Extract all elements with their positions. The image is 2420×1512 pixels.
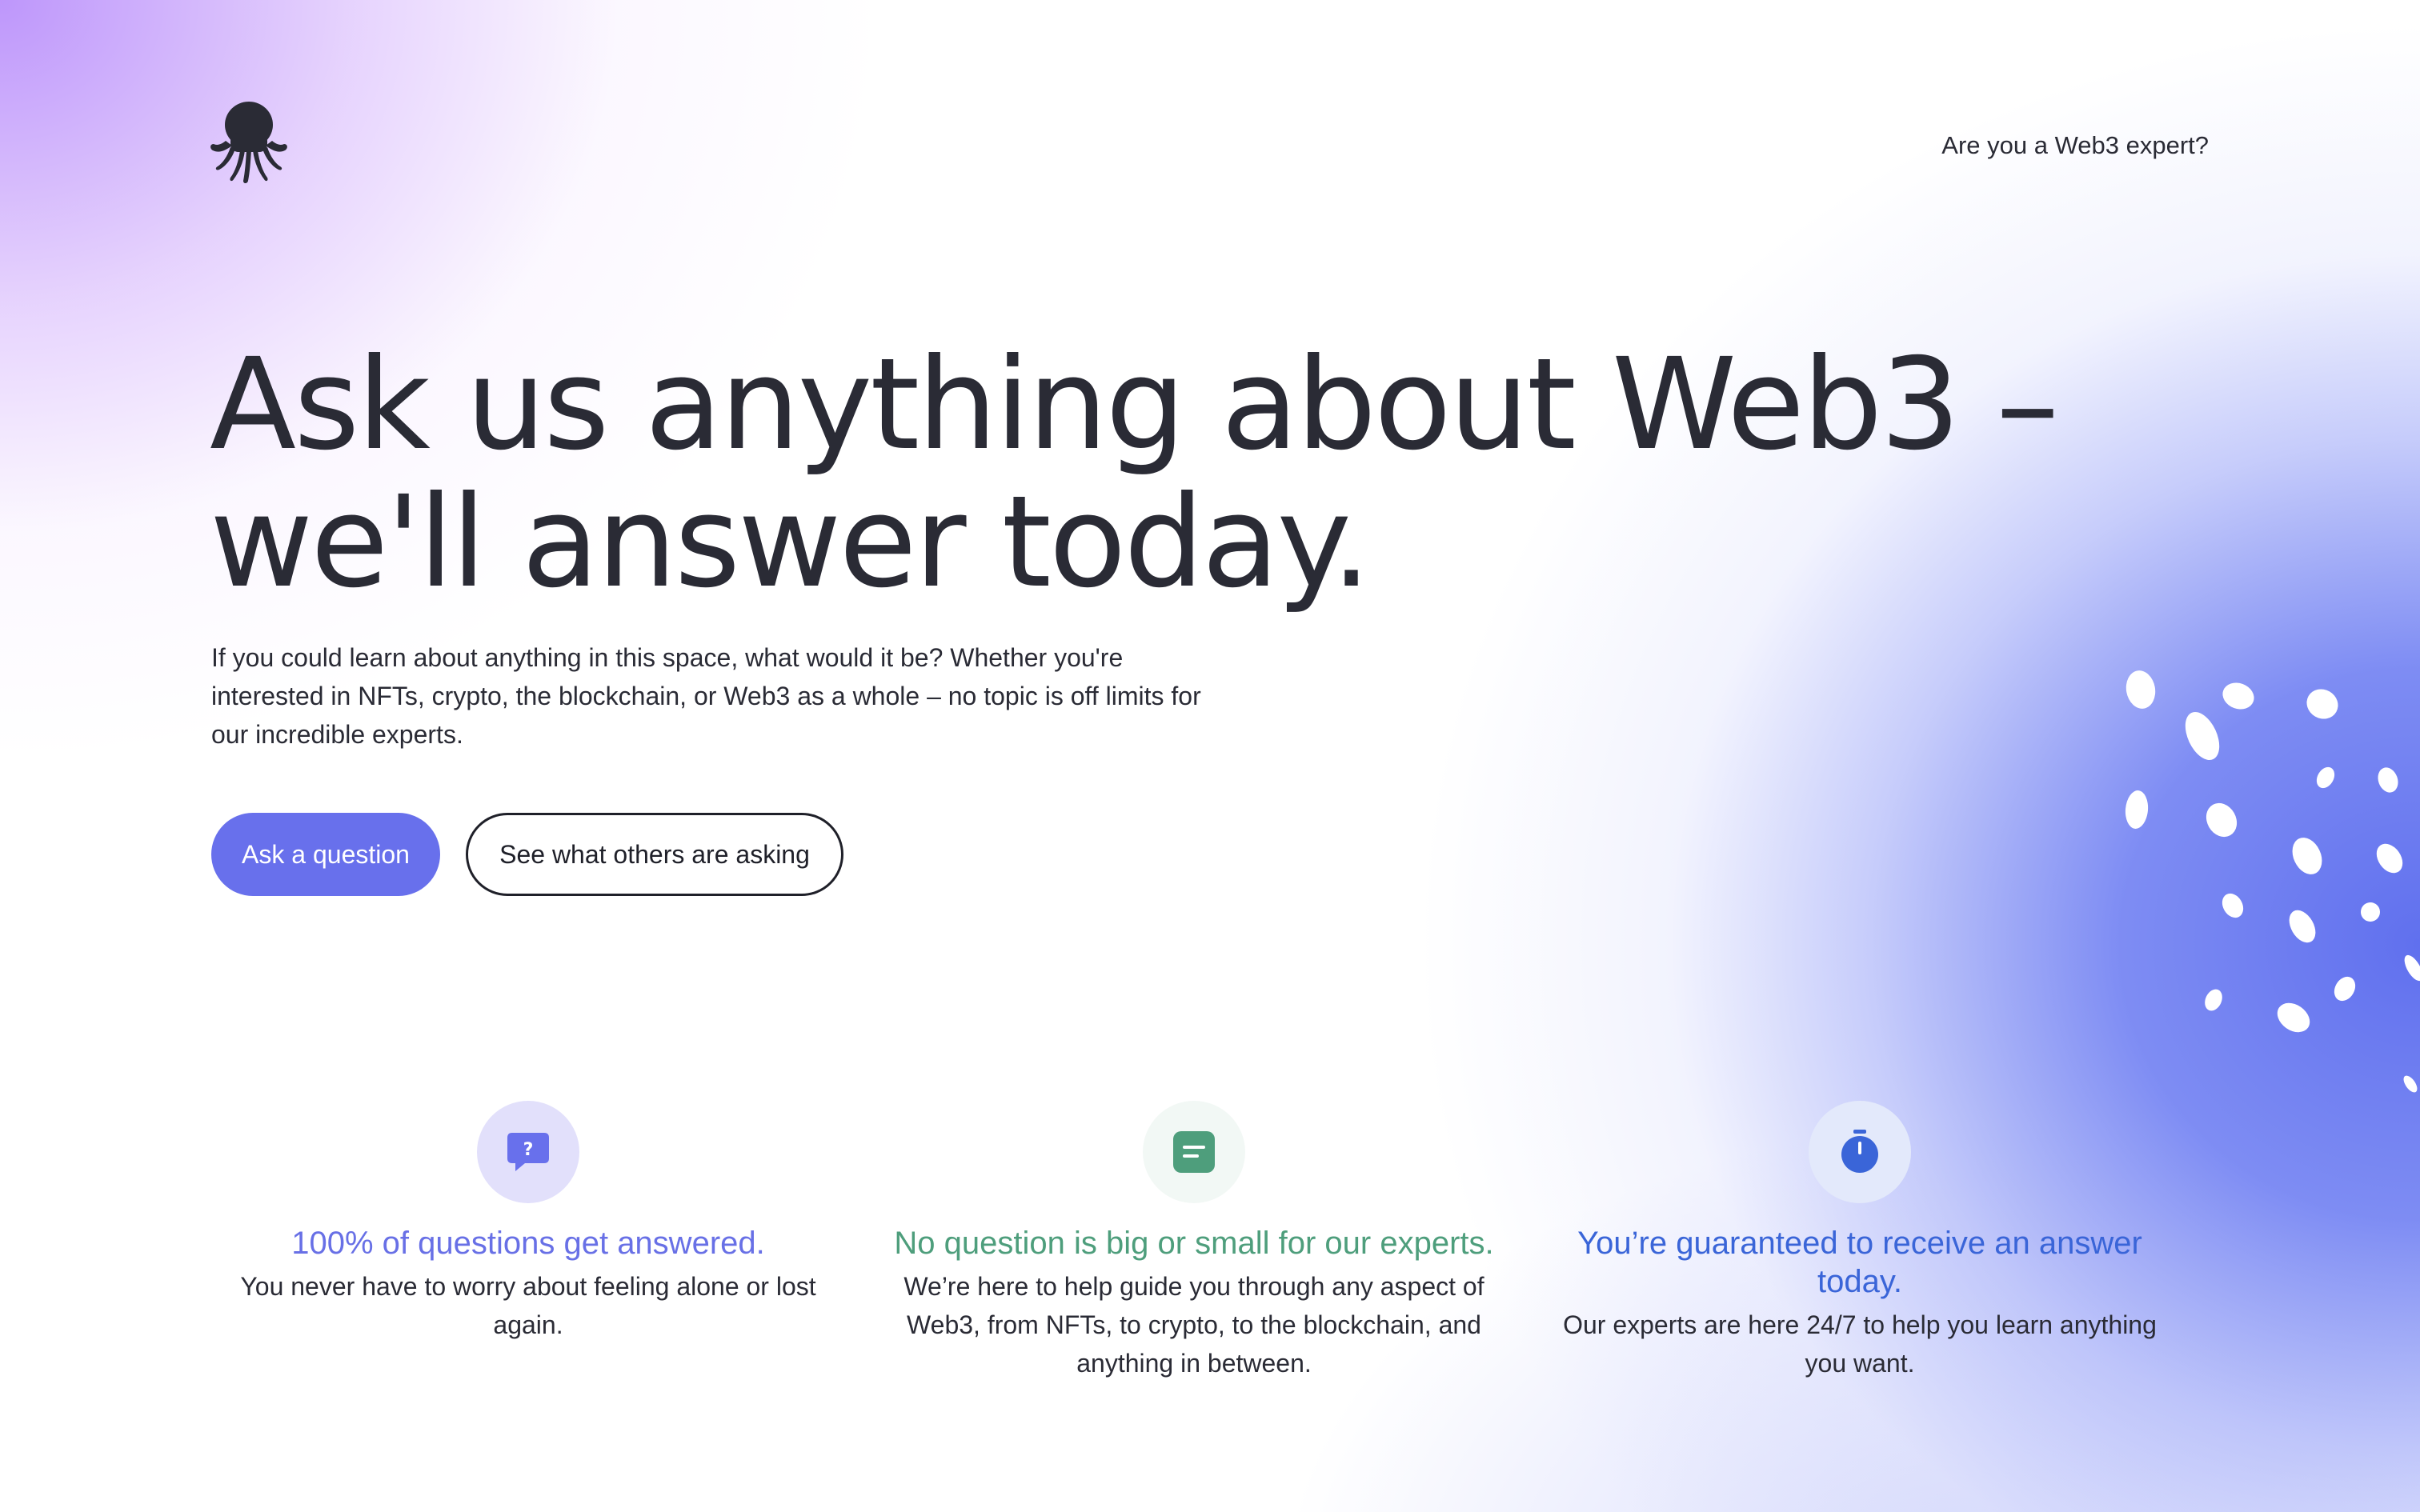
question-bubble-icon-wrap: ? xyxy=(477,1101,579,1203)
feature-item-any-question: No question is big or small for our expe… xyxy=(890,1101,1498,1382)
feature-title: 100% of questions get answered. xyxy=(291,1226,765,1261)
feature-text: Our experts are here 24/7 to help you le… xyxy=(1563,1310,2157,1378)
stopwatch-icon xyxy=(1841,1130,1878,1173)
feature-list: ? 100% of questions get answered. You ne… xyxy=(210,1101,2210,1461)
page-title: Ask us anything about Web3 – we'll answe… xyxy=(210,336,2210,611)
feature-item-answered: ? 100% of questions get answered. You ne… xyxy=(224,1101,832,1344)
hero-description: If you could learn about anything in thi… xyxy=(211,643,1201,749)
octopus-icon[interactable] xyxy=(210,101,288,184)
feature-text: We’re here to help guide you through any… xyxy=(903,1272,1484,1378)
ask-question-button[interactable]: Ask a question xyxy=(211,813,440,896)
feature-item-guaranteed: You’re guaranteed to receive an answer t… xyxy=(1556,1101,2164,1382)
feature-title: No question is big or small for our expe… xyxy=(894,1226,1494,1261)
message-lines-icon xyxy=(1173,1131,1215,1173)
see-others-asking-button[interactable]: See what others are asking xyxy=(466,813,843,896)
question-bubble-icon: ? xyxy=(507,1133,549,1171)
decorative-dots xyxy=(2113,656,2420,1104)
page-title-line-1: Ask us anything about Web3 – xyxy=(210,331,2059,478)
svg-text:?: ? xyxy=(523,1140,534,1160)
feature-title: You’re guaranteed to receive an answer t… xyxy=(1577,1226,2142,1299)
page-title-line-2: we'll answer today. xyxy=(210,469,1372,616)
web3-expert-link[interactable]: Are you a Web3 expert? xyxy=(1941,131,2209,160)
feature-text: You never have to worry about feeling al… xyxy=(240,1272,816,1339)
stopwatch-icon-wrap xyxy=(1809,1101,1911,1203)
message-lines-icon-wrap xyxy=(1143,1101,1245,1203)
